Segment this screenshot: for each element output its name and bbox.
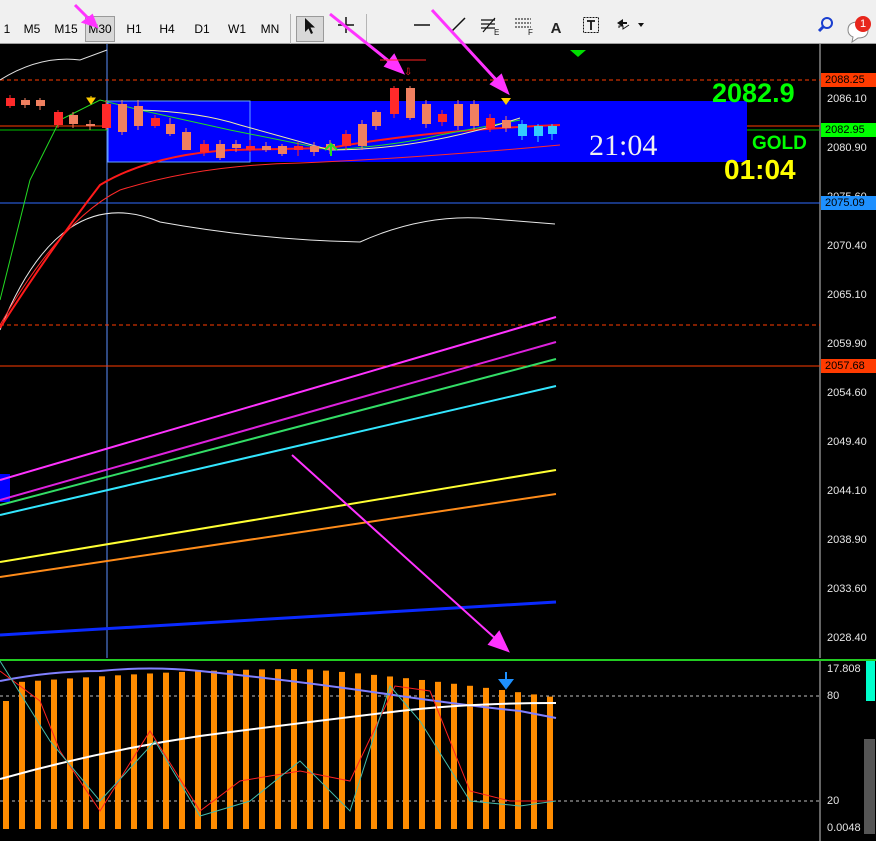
price-tag-resistance: 2088.25 bbox=[821, 73, 876, 87]
candle-body bbox=[294, 146, 303, 150]
histogram-bar bbox=[499, 689, 505, 829]
candle-body bbox=[502, 120, 511, 128]
timer-display: 21:04 bbox=[589, 129, 658, 162]
candle-body bbox=[151, 118, 160, 126]
histogram-bar bbox=[403, 678, 409, 829]
histogram-bar bbox=[35, 680, 41, 829]
range-box bbox=[250, 101, 747, 162]
candle-body bbox=[232, 144, 241, 148]
candle-body bbox=[534, 126, 543, 136]
candle-body bbox=[358, 124, 367, 146]
histogram-bar bbox=[19, 681, 25, 829]
price-label: 2033.60 bbox=[827, 583, 867, 595]
candle-body bbox=[438, 114, 447, 122]
histogram-bar bbox=[163, 672, 169, 829]
histogram-bar bbox=[291, 669, 297, 829]
price-label: 2038.90 bbox=[827, 534, 867, 546]
price-tag-level: 2075.09 bbox=[821, 196, 876, 210]
price-label: 2065.10 bbox=[827, 289, 867, 301]
candle-body bbox=[278, 146, 287, 154]
candle-body bbox=[372, 112, 381, 126]
histogram-bar bbox=[243, 669, 249, 829]
price-label: 2028.40 bbox=[827, 632, 867, 644]
histogram-bar bbox=[3, 701, 9, 829]
candle-body bbox=[200, 144, 209, 152]
candle-body bbox=[134, 106, 143, 126]
price-label: 2080.90 bbox=[827, 142, 867, 154]
price-tag-support: 2057.68 bbox=[821, 359, 876, 373]
candle-body bbox=[166, 124, 175, 134]
candle-body bbox=[54, 112, 63, 125]
histogram-bar bbox=[483, 687, 489, 829]
histogram-bar bbox=[371, 674, 377, 829]
current-price-display: 2082.9 bbox=[712, 78, 795, 108]
osc-level-20-label: 20 bbox=[827, 795, 840, 807]
candle-body bbox=[86, 124, 95, 126]
price-tag-bid: 2082.95 bbox=[821, 123, 876, 137]
candle-body bbox=[548, 126, 557, 134]
osc-min-label: 0.0048 bbox=[827, 822, 861, 834]
osc-level-80-label: 80 bbox=[827, 690, 840, 702]
histogram-bar bbox=[467, 685, 473, 829]
candle-body bbox=[454, 104, 463, 126]
session-box bbox=[107, 100, 251, 163]
histogram-bar bbox=[115, 675, 121, 829]
histogram-bar bbox=[259, 669, 265, 829]
price-label: 2044.10 bbox=[827, 485, 867, 497]
candle-body bbox=[310, 146, 319, 152]
candle-body bbox=[6, 98, 15, 106]
candle-body bbox=[102, 104, 111, 128]
candle-body bbox=[342, 134, 351, 146]
osc-max-label: 17.808 bbox=[827, 663, 861, 675]
histogram-bar bbox=[67, 678, 73, 829]
price-label: 2049.40 bbox=[827, 436, 867, 448]
candle-body bbox=[69, 115, 78, 124]
sell-signal-icon: ⇩ bbox=[404, 67, 412, 78]
candle-body bbox=[262, 146, 271, 150]
histogram-bar bbox=[387, 676, 393, 829]
histogram-bar bbox=[323, 670, 329, 829]
candle-body bbox=[518, 124, 527, 136]
candle-body bbox=[390, 88, 399, 114]
candle-body bbox=[246, 146, 255, 150]
candle-body bbox=[486, 118, 495, 128]
candle-body bbox=[422, 104, 431, 124]
oscillator-pane[interactable] bbox=[0, 661, 876, 841]
down-signal-icon bbox=[498, 672, 514, 690]
candle-body bbox=[182, 132, 191, 150]
symbol-label: GOLD bbox=[752, 133, 807, 154]
candle-body bbox=[36, 100, 45, 106]
price-label: 2086.10 bbox=[827, 93, 867, 105]
histogram-bar bbox=[51, 679, 57, 829]
histogram-bar bbox=[355, 673, 361, 829]
histogram-bar bbox=[227, 670, 233, 829]
chart-shift-icon bbox=[570, 50, 586, 57]
price-label: 2059.90 bbox=[827, 338, 867, 350]
histogram-bar bbox=[435, 681, 441, 829]
price-label: 2070.40 bbox=[827, 240, 867, 252]
histogram-bar bbox=[147, 673, 153, 829]
side-scale bbox=[864, 739, 875, 834]
histogram-bar bbox=[211, 670, 217, 829]
histogram-bar bbox=[83, 677, 89, 829]
histogram-bar bbox=[307, 669, 313, 829]
histogram-bars bbox=[3, 669, 553, 829]
histogram-bar bbox=[419, 679, 425, 829]
candle-body bbox=[406, 88, 415, 118]
candle-body bbox=[21, 100, 30, 105]
histogram-bar bbox=[515, 692, 521, 829]
price-label: 2054.60 bbox=[827, 387, 867, 399]
histogram-bar bbox=[131, 674, 137, 829]
candle-body bbox=[470, 104, 479, 126]
candle-body bbox=[216, 144, 225, 158]
candle-body bbox=[118, 104, 127, 132]
histogram-bar bbox=[179, 671, 185, 829]
histogram-bar bbox=[275, 669, 281, 829]
bar-countdown: 01:04 bbox=[724, 154, 796, 185]
side-gauge bbox=[866, 661, 875, 701]
